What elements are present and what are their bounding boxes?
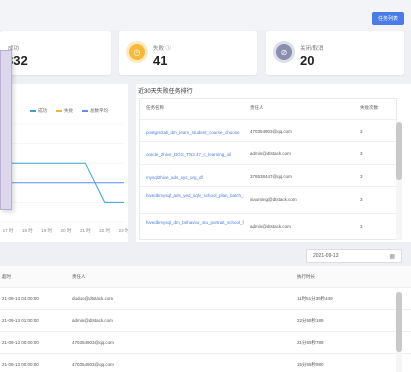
task-link[interactable]: oracle_2hive_DGS_TN3.47_c_learning_oil <box>146 151 244 158</box>
time-cell: 21-09-13 00:00:00 <box>2 340 39 345</box>
duration-cell: 15分59秒980 <box>297 362 324 367</box>
column-header: 责任人 <box>72 274 86 279</box>
x-tick-label: 23 时 <box>119 227 128 233</box>
time-cell: 21-09-13 04:00:00 <box>2 296 39 301</box>
column-header: 任务名称 <box>146 105 164 110</box>
date-picker[interactable]: 2021-09-13 ▦ <box>306 249 402 263</box>
x-tick-label: 19 时 <box>41 227 52 233</box>
owner-cell: 378538447@qq.com <box>250 174 292 179</box>
column-header: 超时 <box>2 274 11 279</box>
owner-cell: 470354903@qq.com <box>72 340 114 345</box>
task-link[interactable]: hivedbmysql_dm_behavior_stu_portrait_sch… <box>146 219 244 233</box>
task-link[interactable]: mysql2hive_ads_sys_org_df <box>146 174 244 181</box>
calendar-icon: ▦ <box>389 254 395 260</box>
overlay-popup <box>0 50 12 210</box>
time-cell: 21-09-13 01:00:00 <box>2 318 39 323</box>
stat-label: 失败 ⓘ <box>153 46 172 52</box>
task-list-button[interactable]: 任务列表 <box>372 12 404 25</box>
top-bar: 任务列表 <box>0 0 411 30</box>
count-cell: 3 <box>360 224 363 229</box>
x-tick-label: 21 时 <box>80 227 91 233</box>
ranking-scrollbar[interactable] <box>396 122 402 240</box>
count-cell: 3 <box>360 151 363 156</box>
stat-value: 41 <box>153 53 168 68</box>
owner-cell: duduo@dtstack.com <box>72 296 114 301</box>
table-row: postgre2ali_dm_learn_student_course_choo… <box>140 119 396 141</box>
table-row: hivedbmysql_dm_behavior_stu_portrait_sch… <box>140 213 396 240</box>
stat-label: 关闭/取消 <box>300 46 324 52</box>
owner-cell: 470354903@qq.com <box>250 129 292 134</box>
owner-cell: 470354903@qq.com <box>72 362 114 367</box>
stat-card-failed: ◷ 失败 ⓘ 41 <box>119 31 257 75</box>
timeout-task-table: 超时 责任人 执行时长 21-09-13 04:00:00 duduo@dtst… <box>0 266 411 372</box>
failure-ranking-panel: 近30天失败任务排行 任务名称 责任人 失败次数 postgre2ali_dm_… <box>136 84 411 242</box>
x-tick-label: 17 时 <box>3 227 14 233</box>
time-cell: 21-09-13 00:00:00 <box>2 362 39 367</box>
info-icon: ⓘ <box>165 46 172 52</box>
table-scrollbar[interactable] <box>396 292 402 372</box>
column-header: 责任人 <box>250 105 264 110</box>
column-header: 失败次数 <box>360 105 378 110</box>
date-value: 2021-09-13 <box>313 253 339 259</box>
x-tick-label: 20 时 <box>61 227 72 233</box>
owner-cell: admin@dtstack.com <box>72 318 113 323</box>
count-cell: 3 <box>360 129 363 134</box>
x-tick-label: 22 时 <box>99 227 110 233</box>
table-row: oracle_2hive_DGS_TN3.47_c_learning_oil a… <box>140 141 396 164</box>
stat-value: 20 <box>300 53 315 68</box>
trend-chart-panel: 成功 失败 总数平均 17 时 18 时 19 时 20 时 21 时 22 时 23 时 <box>0 84 128 242</box>
task-link[interactable]: hivedbmysql_ads_yed_sqlv_school_plan_bat… <box>146 192 244 206</box>
scroll-thumb[interactable] <box>396 292 402 352</box>
duration-cell: 22分59秒189 <box>297 318 324 323</box>
clock-icon: ◷ <box>129 44 145 60</box>
duration-cell: 11时51分39秒449 <box>297 296 333 301</box>
cancel-icon: ⊘ <box>276 44 292 60</box>
task-link[interactable]: postgre2ali_dm_learn_student_course_choo… <box>146 129 244 136</box>
count-cell: 3 <box>360 197 363 202</box>
ranking-title: 近30天失败任务排行 <box>138 89 193 95</box>
table-row: mysql2hive_ads_sys_org_df 378538447@qq.c… <box>140 164 396 186</box>
table-row: 21-09-13 00:00:00 470354903@qq.com 21分59… <box>0 332 411 354</box>
owner-cell: admin@dtstack.com <box>250 151 291 156</box>
table-row: 21-09-13 04:00:00 duduo@dtstack.com 11时5… <box>0 288 411 310</box>
line-chart: 17 时 18 时 19 时 20 时 21 时 22 时 23 时 <box>0 123 128 233</box>
stat-card-success: 成功 832 <box>0 31 111 75</box>
owner-cell: xiaoming@dtstack.com <box>250 197 297 202</box>
column-header: 执行时长 <box>297 274 315 279</box>
table-row: 21-09-13 01:00:00 admin@dtstack.com 22分5… <box>0 310 411 332</box>
duration-cell: 21分59秒789 <box>297 340 324 345</box>
table-row: hivedbmysql_ads_yed_sqlv_school_plan_bat… <box>140 186 396 213</box>
count-cell: 3 <box>360 174 363 179</box>
table-header-row: 超时 责任人 执行时长 <box>0 266 411 288</box>
x-tick-label: 18 时 <box>22 227 33 233</box>
owner-cell: admin@dtstack.com <box>250 224 291 229</box>
ranking-table: 任务名称 责任人 失败次数 postgre2ali_dm_learn_stude… <box>139 98 397 240</box>
stat-card-cancelled: ⊘ 关闭/取消 20 <box>266 31 404 75</box>
scroll-thumb[interactable] <box>396 122 402 180</box>
table-row: 21-09-13 00:00:00 470354903@qq.com 15分59… <box>0 354 411 372</box>
